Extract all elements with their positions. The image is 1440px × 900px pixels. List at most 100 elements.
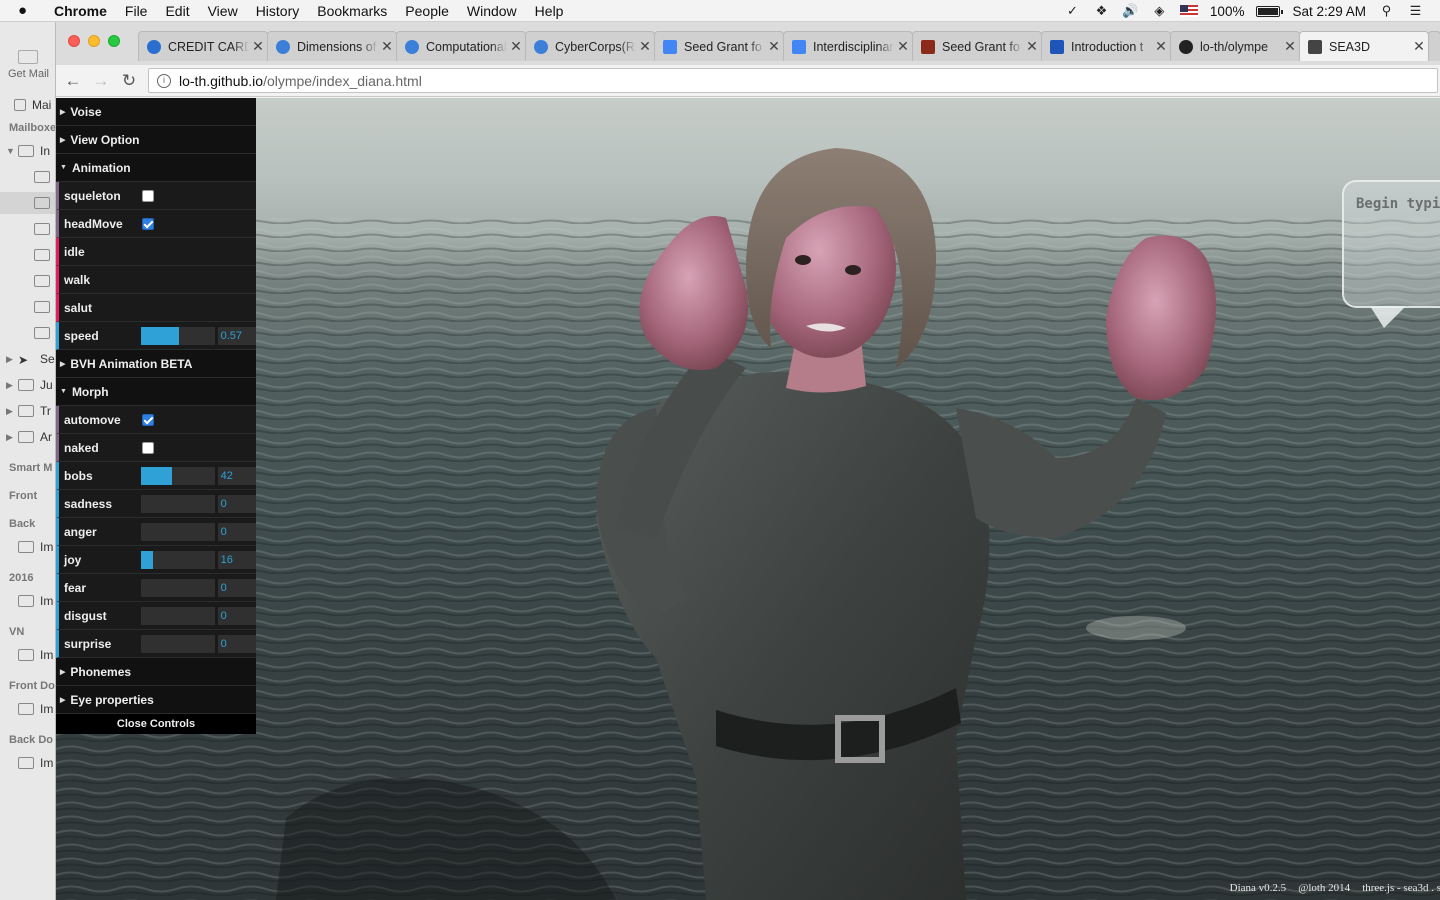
tab-computational[interactable]: Computational ✕ bbox=[396, 31, 526, 61]
folder-bvh-animation[interactable]: ▶ BVH Animation BETA bbox=[56, 350, 256, 378]
tab-close-icon[interactable]: ✕ bbox=[636, 38, 654, 55]
get-mail-button[interactable]: Get Mail bbox=[8, 50, 49, 80]
control-naked[interactable]: naked bbox=[56, 434, 256, 462]
folder-eye-properties[interactable]: ▶ Eye properties bbox=[56, 686, 256, 714]
spotlight-search-icon[interactable]: ⚲ bbox=[1378, 3, 1395, 19]
mailbox-junk[interactable]: ▶ Ju bbox=[0, 374, 60, 396]
menu-history[interactable]: History bbox=[256, 3, 300, 19]
control-disgust[interactable]: disgust 0 bbox=[56, 602, 256, 630]
tab-credit-card[interactable]: CREDIT CARD ✕ bbox=[138, 31, 268, 61]
menu-bookmarks[interactable]: Bookmarks bbox=[317, 3, 387, 19]
menu-window[interactable]: Window bbox=[467, 3, 517, 19]
menu-help[interactable]: Help bbox=[535, 3, 564, 19]
menu-file[interactable]: File bbox=[125, 3, 148, 19]
window-zoom-button[interactable] bbox=[108, 35, 120, 47]
tab-interdisciplinary[interactable]: Interdisciplinary ✕ bbox=[783, 31, 913, 61]
tab-close-icon[interactable]: ✕ bbox=[1410, 38, 1428, 55]
control-speed[interactable]: speed 0.57 bbox=[56, 322, 256, 350]
joy-value-field[interactable]: 16 bbox=[217, 550, 256, 569]
menu-app-name[interactable]: Chrome bbox=[54, 3, 107, 19]
notification-center-icon[interactable]: ☰ bbox=[1407, 3, 1424, 19]
mail-folder[interactable]: Im bbox=[0, 644, 60, 666]
mailbox-sub[interactable] bbox=[0, 244, 60, 266]
control-bobs[interactable]: bobs 42 bbox=[56, 462, 256, 490]
anger-value-field[interactable]: 0 bbox=[217, 522, 256, 541]
mailbox-sent[interactable]: ▶ ➤ Se bbox=[0, 348, 60, 370]
tab-close-icon[interactable]: ✕ bbox=[1281, 38, 1299, 55]
tab-close-icon[interactable]: ✕ bbox=[894, 38, 912, 55]
mail-folder[interactable]: Im bbox=[0, 590, 60, 612]
squeleton-checkbox[interactable] bbox=[142, 189, 154, 202]
battery-icon[interactable] bbox=[1256, 5, 1284, 17]
mail-folder[interactable]: Im bbox=[0, 752, 60, 774]
mailbox-sub[interactable] bbox=[0, 296, 60, 318]
mailbox-sub-selected[interactable] bbox=[0, 192, 60, 214]
disclosure-right-icon[interactable]: ▶ bbox=[6, 432, 16, 443]
speech-bubble[interactable]: Begin typing bbox=[1342, 180, 1440, 328]
disclosure-down-icon[interactable]: ▼ bbox=[6, 146, 16, 156]
input-source-flag-icon[interactable] bbox=[1179, 5, 1198, 17]
control-salut-button[interactable]: salut bbox=[56, 294, 256, 322]
control-headmove[interactable]: headMove bbox=[56, 210, 256, 238]
tab-seed-grant[interactable]: Seed Grant fo ✕ bbox=[912, 31, 1042, 61]
mailbox-sub[interactable] bbox=[0, 270, 60, 292]
control-anger[interactable]: anger 0 bbox=[56, 518, 256, 546]
control-automove[interactable]: automove bbox=[56, 406, 256, 434]
mail-sidebar-toggle[interactable]: Mai bbox=[0, 94, 60, 116]
folder-view-option[interactable]: ▶ View Option bbox=[56, 126, 256, 154]
wifi-icon[interactable]: ◈ bbox=[1151, 3, 1168, 19]
new-tab-button[interactable] bbox=[1428, 31, 1440, 61]
tab-close-icon[interactable]: ✕ bbox=[1023, 38, 1041, 55]
folder-phonemes[interactable]: ▶ Phonemes bbox=[56, 658, 256, 686]
webgl-viewport[interactable]: ▶ Voise ▶ View Option ▼ Animation squeleton… bbox=[56, 98, 1440, 900]
sadness-slider[interactable] bbox=[140, 494, 215, 513]
tab-dimensions[interactable]: Dimensions of ✕ bbox=[267, 31, 397, 61]
clock[interactable]: Sat 2:29 AM bbox=[1292, 4, 1366, 19]
mailbox-sub[interactable] bbox=[0, 218, 60, 240]
control-surprise[interactable]: surprise 0 bbox=[56, 630, 256, 658]
back-arrow-icon[interactable]: ← bbox=[62, 70, 84, 92]
window-minimize-button[interactable] bbox=[88, 35, 100, 47]
tab-sea3d[interactable]: SEA3D ✕ bbox=[1299, 31, 1429, 61]
bobs-slider[interactable] bbox=[140, 466, 215, 485]
mail-folder[interactable]: Im bbox=[0, 698, 60, 720]
tab-close-icon[interactable]: ✕ bbox=[249, 38, 267, 55]
tab-seed-grant-doc[interactable]: Seed Grant fo ✕ bbox=[654, 31, 784, 61]
tab-close-icon[interactable]: ✕ bbox=[1152, 38, 1170, 55]
mailbox-inbox[interactable]: ▼ In bbox=[0, 140, 60, 162]
dropbox-icon[interactable]: ❖ bbox=[1093, 3, 1110, 19]
disclosure-right-icon[interactable]: ▶ bbox=[6, 406, 16, 417]
control-walk-button[interactable]: walk bbox=[56, 266, 256, 294]
apple-menu-icon[interactable]: ● bbox=[18, 2, 40, 19]
automove-checkbox[interactable] bbox=[142, 413, 154, 426]
close-controls-button[interactable]: Close Controls bbox=[56, 714, 256, 734]
disgust-slider[interactable] bbox=[140, 606, 215, 625]
speed-slider[interactable] bbox=[140, 326, 215, 345]
checkmark-shield-icon[interactable]: ✓ bbox=[1064, 3, 1081, 19]
address-bar[interactable]: i lo-th.github.io /olympe/index_diana.ht… bbox=[148, 68, 1438, 93]
tab-close-icon[interactable]: ✕ bbox=[507, 38, 525, 55]
folder-voise[interactable]: ▶ Voise bbox=[56, 98, 256, 126]
joy-slider[interactable] bbox=[140, 550, 215, 569]
naked-checkbox[interactable] bbox=[142, 441, 154, 454]
control-sadness[interactable]: sadness 0 bbox=[56, 490, 256, 518]
site-info-icon[interactable]: i bbox=[157, 73, 171, 88]
tab-github-olympe[interactable]: lo-th/olympe ✕ bbox=[1170, 31, 1300, 61]
mailbox-sub[interactable] bbox=[0, 322, 60, 344]
window-close-button[interactable] bbox=[68, 35, 80, 47]
bobs-value-field[interactable]: 42 bbox=[217, 466, 256, 485]
menu-people[interactable]: People bbox=[405, 3, 449, 19]
disclosure-right-icon[interactable]: ▶ bbox=[6, 354, 16, 365]
library-credit[interactable]: three.js - sea3d . s bbox=[1362, 882, 1440, 894]
disgust-value-field[interactable]: 0 bbox=[217, 606, 256, 625]
tab-introduction[interactable]: Introduction t ✕ bbox=[1041, 31, 1171, 61]
tab-close-icon[interactable]: ✕ bbox=[378, 38, 396, 55]
mailbox-archive[interactable]: ▶ Ar bbox=[0, 426, 60, 448]
reload-icon[interactable]: ↻ bbox=[118, 70, 140, 92]
folder-animation[interactable]: ▼ Animation bbox=[56, 154, 256, 182]
sadness-value-field[interactable]: 0 bbox=[217, 494, 256, 513]
control-squeleton[interactable]: squeleton bbox=[56, 182, 256, 210]
surprise-value-field[interactable]: 0 bbox=[217, 634, 256, 653]
forward-arrow-icon[interactable]: → bbox=[90, 70, 112, 92]
folder-morph[interactable]: ▼ Morph bbox=[56, 378, 256, 406]
